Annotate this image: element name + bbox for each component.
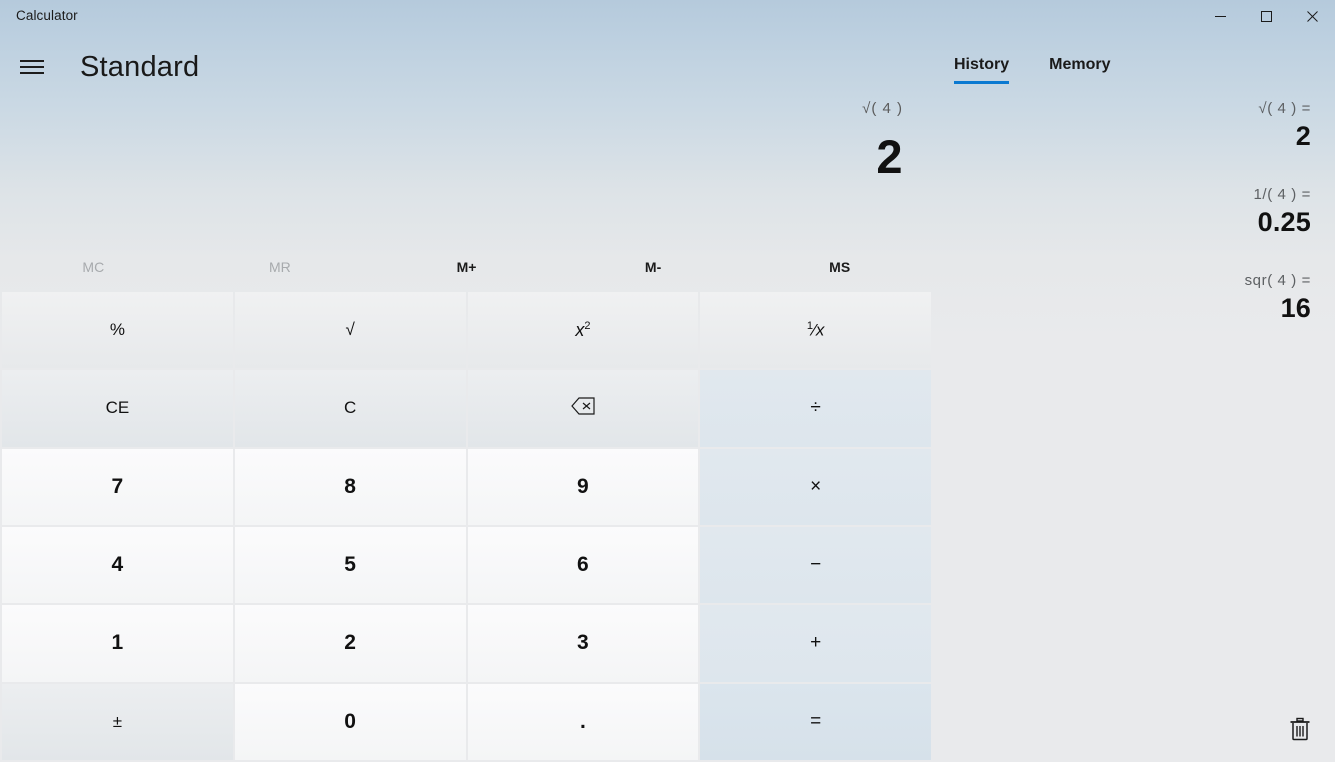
hamburger-lines — [20, 56, 44, 78]
memory-clear-button[interactable]: MC — [0, 248, 187, 286]
window-controls — [1197, 0, 1335, 32]
calculator-window: Calculator Standard History Memory √(4 … — [0, 0, 1335, 762]
backspace-icon — [571, 397, 595, 420]
memory-subtract-button[interactable]: M- — [560, 248, 747, 286]
panel-tabs: History Memory — [948, 52, 1116, 84]
digit-5-button[interactable]: 5 — [234, 527, 466, 604]
decimal-point-label: . — [579, 709, 586, 733]
close-button[interactable] — [1289, 0, 1335, 32]
square-button[interactable]: x2 — [467, 292, 699, 369]
digit-6-label: 6 — [577, 553, 589, 577]
tab-active-indicator — [954, 81, 1010, 84]
add-button[interactable]: + — [700, 605, 931, 682]
tab-memory-label: Memory — [1049, 56, 1111, 73]
percent-label: % — [109, 320, 125, 340]
history-expression: 1/( 4 ) = — [1253, 186, 1311, 203]
maximize-button[interactable] — [1243, 0, 1289, 32]
digit-0-button[interactable]: 0 — [234, 683, 466, 760]
square-label: x2 — [575, 319, 591, 340]
digit-3-button[interactable]: 3 — [467, 605, 699, 682]
square-root-button[interactable]: √ — [234, 292, 466, 369]
clear-history-button[interactable] — [1279, 710, 1321, 752]
trash-icon — [1289, 717, 1311, 746]
square-root-label: √ — [345, 320, 355, 340]
tab-memory[interactable]: Memory — [1043, 52, 1116, 84]
digit-7-button[interactable]: 7 — [2, 448, 233, 525]
subtract-button[interactable]: − — [700, 527, 931, 604]
calculator-display: √( 4 ) 2 — [0, 100, 933, 181]
digit-4-label: 4 — [111, 553, 124, 577]
digit-7-label: 7 — [111, 474, 124, 498]
add-label: + — [810, 632, 822, 654]
history-result: 16 — [1280, 293, 1311, 323]
memory-button-row: MC MR M+ M- MS — [0, 248, 933, 286]
digit-9-button[interactable]: 9 — [467, 448, 699, 525]
digit-3-label: 3 — [577, 631, 589, 655]
clear-label: C — [343, 398, 357, 418]
app-title: Calculator — [16, 8, 78, 23]
divide-button[interactable]: ÷ — [700, 370, 931, 447]
digit-1-button[interactable]: 1 — [2, 605, 233, 682]
history-list[interactable]: √( 4 ) = 2 1/( 4 ) = 0.25 sqr( 4 ) = 16 — [948, 100, 1335, 700]
tab-history[interactable]: History — [948, 52, 1015, 84]
clear-entry-label: CE — [105, 398, 130, 418]
hamburger-menu-icon[interactable] — [8, 47, 56, 87]
sign-toggle-button[interactable]: ± — [2, 683, 233, 760]
reciprocal-label: 1⁄x — [806, 319, 825, 340]
clear-button[interactable]: C — [234, 370, 466, 447]
digit-9-label: 9 — [577, 474, 589, 498]
digit-5-label: 5 — [344, 553, 356, 577]
history-result: 2 — [1295, 121, 1311, 151]
digit-8-button[interactable]: 8 — [234, 448, 466, 525]
list-item[interactable]: sqr( 4 ) = 16 — [948, 272, 1311, 324]
history-expression: √( 4 ) = — [1258, 100, 1311, 117]
digit-0-label: 0 — [344, 709, 356, 733]
equals-label: = — [810, 710, 822, 732]
divide-label: ÷ — [810, 397, 821, 419]
equals-button[interactable]: = — [700, 683, 931, 760]
sign-toggle-label: ± — [112, 711, 123, 731]
history-result: 0.25 — [1257, 207, 1311, 237]
digit-1-label: 1 — [111, 631, 124, 655]
multiply-button[interactable]: × — [700, 448, 931, 525]
percent-button[interactable]: % — [2, 292, 233, 369]
memory-store-button[interactable]: MS — [746, 248, 933, 286]
memory-recall-button[interactable]: MR — [187, 248, 374, 286]
list-item[interactable]: 1/( 4 ) = 0.25 — [948, 186, 1311, 238]
reciprocal-button[interactable]: 1⁄x — [700, 292, 931, 369]
memory-add-button[interactable]: M+ — [373, 248, 560, 286]
digit-4-button[interactable]: 4 — [2, 527, 233, 604]
multiply-label: × — [810, 475, 822, 497]
minimize-button[interactable] — [1197, 0, 1243, 32]
list-item[interactable]: √( 4 ) = 2 — [948, 100, 1311, 152]
digit-8-label: 8 — [344, 474, 356, 498]
digit-2-button[interactable]: 2 — [234, 605, 466, 682]
clear-entry-button[interactable]: CE — [2, 370, 233, 447]
app-header: Standard — [0, 44, 933, 90]
keypad: % √ x2 1⁄x CE C ÷ 7 8 9 × 4 5 6 − 1 2 3 … — [0, 292, 933, 762]
decimal-point-button[interactable]: . — [467, 683, 699, 760]
digit-6-button[interactable]: 6 — [467, 527, 699, 604]
tab-history-label: History — [954, 56, 1010, 73]
display-expression: √( 4 ) — [862, 100, 903, 117]
digit-2-label: 2 — [344, 631, 356, 655]
backspace-button[interactable] — [467, 370, 699, 447]
title-bar: Calculator — [0, 0, 1335, 36]
page-title: Standard — [80, 50, 200, 83]
display-result: 2 — [876, 130, 903, 183]
subtract-label: − — [810, 554, 822, 576]
history-expression: sqr( 4 ) = — [1244, 272, 1311, 289]
